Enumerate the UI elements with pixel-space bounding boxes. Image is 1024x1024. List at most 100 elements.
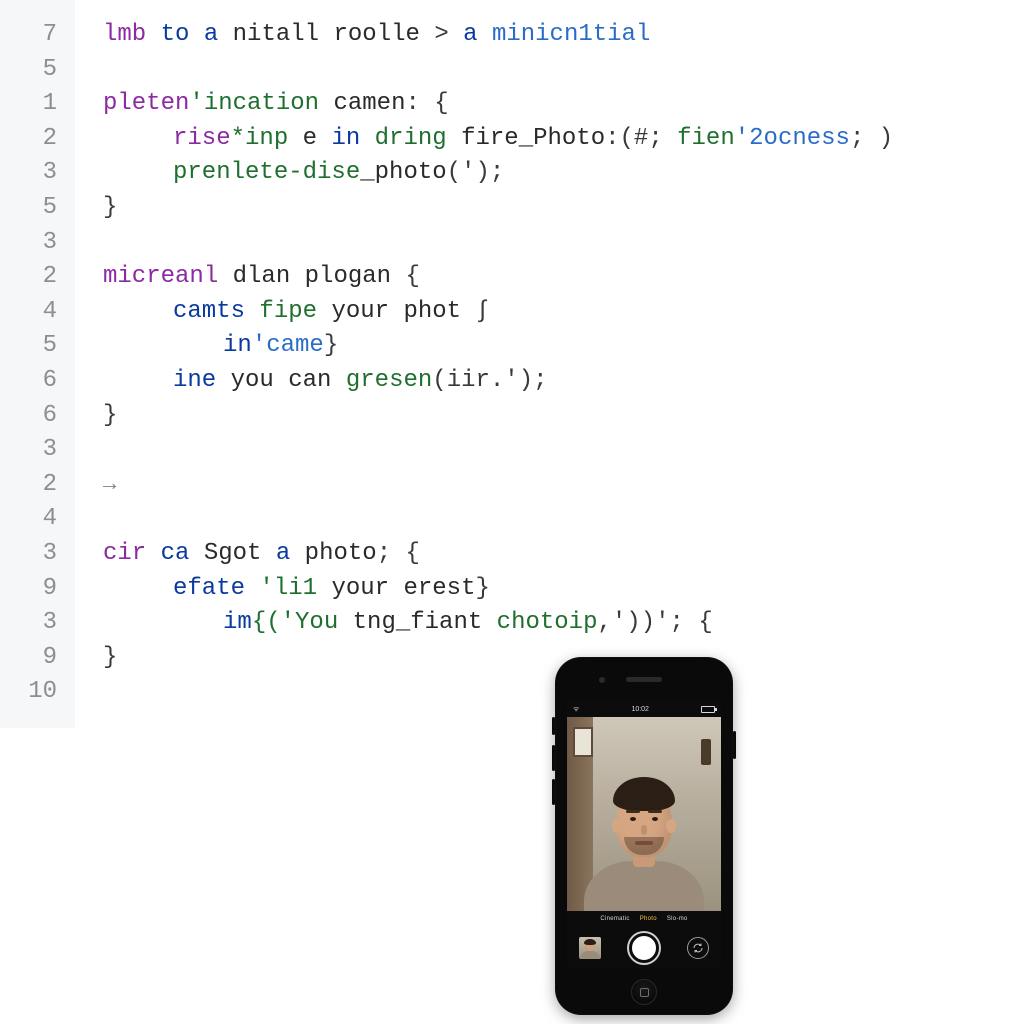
token: nitall bbox=[233, 21, 319, 48]
line-number: 3 bbox=[0, 226, 75, 261]
shutter-button[interactable] bbox=[629, 933, 659, 963]
code-line[interactable]: pleten'incation camen: { bbox=[103, 87, 1024, 122]
code-line[interactable] bbox=[103, 226, 1024, 261]
token: e bbox=[303, 125, 317, 152]
token: :(#; bbox=[605, 125, 663, 152]
token: {('You bbox=[252, 609, 338, 636]
code-line[interactable] bbox=[103, 502, 1024, 537]
arrow-icon: → bbox=[103, 472, 116, 497]
person-portrait bbox=[589, 781, 699, 911]
token: fipe bbox=[259, 298, 317, 325]
volume-down-button bbox=[552, 779, 555, 805]
line-number: 5 bbox=[0, 191, 75, 226]
code-line[interactable]: } bbox=[103, 399, 1024, 434]
token: photo bbox=[305, 540, 377, 567]
token: im bbox=[223, 609, 252, 636]
token: } bbox=[103, 194, 117, 221]
code-line[interactable]: lmb to a nitall roolle > a minicn1tial bbox=[103, 18, 1024, 53]
token: in bbox=[223, 332, 252, 359]
token: your bbox=[331, 298, 389, 325]
token: (iir.'); bbox=[432, 367, 547, 394]
line-number: 2 bbox=[0, 260, 75, 295]
camera-viewfinder bbox=[567, 717, 721, 911]
last-photo-thumbnail[interactable] bbox=[579, 937, 601, 959]
line-number: 6 bbox=[0, 399, 75, 434]
token: '2ocness bbox=[735, 125, 850, 152]
camera-mode[interactable]: Photo bbox=[640, 916, 657, 922]
power-button bbox=[733, 731, 736, 759]
token: ∫ bbox=[475, 298, 489, 325]
line-number: 2 bbox=[0, 122, 75, 157]
line-number: 3 bbox=[0, 156, 75, 191]
token: phot bbox=[403, 298, 461, 325]
volume-up-button bbox=[552, 745, 555, 771]
code-editor: 7 5 1 2 3 5 3 2 4 5 6 6 3 2 4 3 9 3 9 10… bbox=[0, 0, 1024, 728]
token: fien bbox=[677, 125, 735, 152]
token: 'incation bbox=[189, 90, 319, 117]
token: ine bbox=[173, 367, 216, 394]
token: plogan bbox=[305, 263, 391, 290]
line-number: 6 bbox=[0, 364, 75, 399]
code-line[interactable] bbox=[103, 53, 1024, 88]
token: dring bbox=[375, 125, 447, 152]
token: pleten bbox=[103, 90, 189, 117]
line-number: 9 bbox=[0, 641, 75, 676]
token: _photo bbox=[360, 159, 446, 186]
flip-camera-icon bbox=[692, 942, 704, 954]
line-number: 3 bbox=[0, 433, 75, 468]
code-line[interactable]: } bbox=[103, 191, 1024, 226]
phone-screen: ᯤ 10:02 bbox=[567, 701, 721, 969]
token: can bbox=[288, 367, 331, 394]
code-line[interactable]: prenlete-dise_photo('); bbox=[103, 156, 1024, 191]
code-line[interactable]: in'came} bbox=[103, 329, 1024, 364]
token: ; ) bbox=[850, 125, 893, 152]
token: fire_Photo bbox=[461, 125, 605, 152]
token: minicn1tial bbox=[492, 21, 650, 48]
camera-mode[interactable]: Cinematic bbox=[600, 916, 629, 922]
phone-body: ᯤ 10:02 bbox=[555, 657, 733, 1015]
phone-speaker bbox=[626, 677, 662, 682]
token: : { bbox=[405, 90, 448, 117]
code-line[interactable]: → bbox=[103, 468, 1024, 503]
camera-mode-row[interactable]: Cinematic Photo Slo-mo bbox=[567, 911, 721, 927]
line-number: 7 bbox=[0, 18, 75, 53]
line-number: 2 bbox=[0, 468, 75, 503]
code-area[interactable]: lmb to a nitall roolle > a minicn1tial p… bbox=[75, 0, 1024, 728]
token: you bbox=[231, 367, 274, 394]
flip-camera-button[interactable] bbox=[687, 937, 709, 959]
home-button[interactable] bbox=[631, 979, 657, 1005]
status-bar: ᯤ 10:02 bbox=[567, 701, 721, 717]
token: rise bbox=[173, 125, 231, 152]
token: gresen bbox=[346, 367, 432, 394]
status-time: 10:02 bbox=[631, 706, 649, 713]
code-line[interactable]: cir ca Sgot a photo; { bbox=[103, 537, 1024, 572]
token: { bbox=[405, 263, 419, 290]
token: 'came bbox=[252, 332, 324, 359]
token: erest bbox=[403, 575, 475, 602]
token: Sgot bbox=[204, 540, 262, 567]
token: a bbox=[276, 540, 290, 567]
code-line[interactable]: efate 'li1 your erest} bbox=[103, 572, 1024, 607]
code-line[interactable]: ine you can gresen(iir.'); bbox=[103, 364, 1024, 399]
code-line[interactable]: im{('You tng_fiant chotoip,'))'; { bbox=[103, 606, 1024, 641]
token: ,'))'; { bbox=[598, 609, 713, 636]
token: to bbox=[161, 21, 190, 48]
camera-mode[interactable]: Slo-mo bbox=[667, 916, 688, 922]
line-number: 9 bbox=[0, 572, 75, 607]
phone-front-camera bbox=[599, 677, 605, 683]
line-number: 5 bbox=[0, 53, 75, 88]
token: a bbox=[204, 21, 218, 48]
token: dlan bbox=[233, 263, 291, 290]
code-line[interactable] bbox=[103, 433, 1024, 468]
code-line[interactable]: camts fipe your phot ∫ bbox=[103, 295, 1024, 330]
token: ('); bbox=[447, 159, 505, 186]
code-line[interactable]: rise*inp e in dring fire_Photo:(#; fien'… bbox=[103, 122, 1024, 157]
token: } bbox=[103, 402, 117, 429]
code-line[interactable]: micreanl dlan plogan { bbox=[103, 260, 1024, 295]
token: ca bbox=[161, 540, 190, 567]
token: efate bbox=[173, 575, 245, 602]
token: ; { bbox=[377, 540, 420, 567]
line-number: 5 bbox=[0, 329, 75, 364]
token: micreanl bbox=[103, 263, 218, 290]
mute-switch bbox=[552, 717, 555, 735]
